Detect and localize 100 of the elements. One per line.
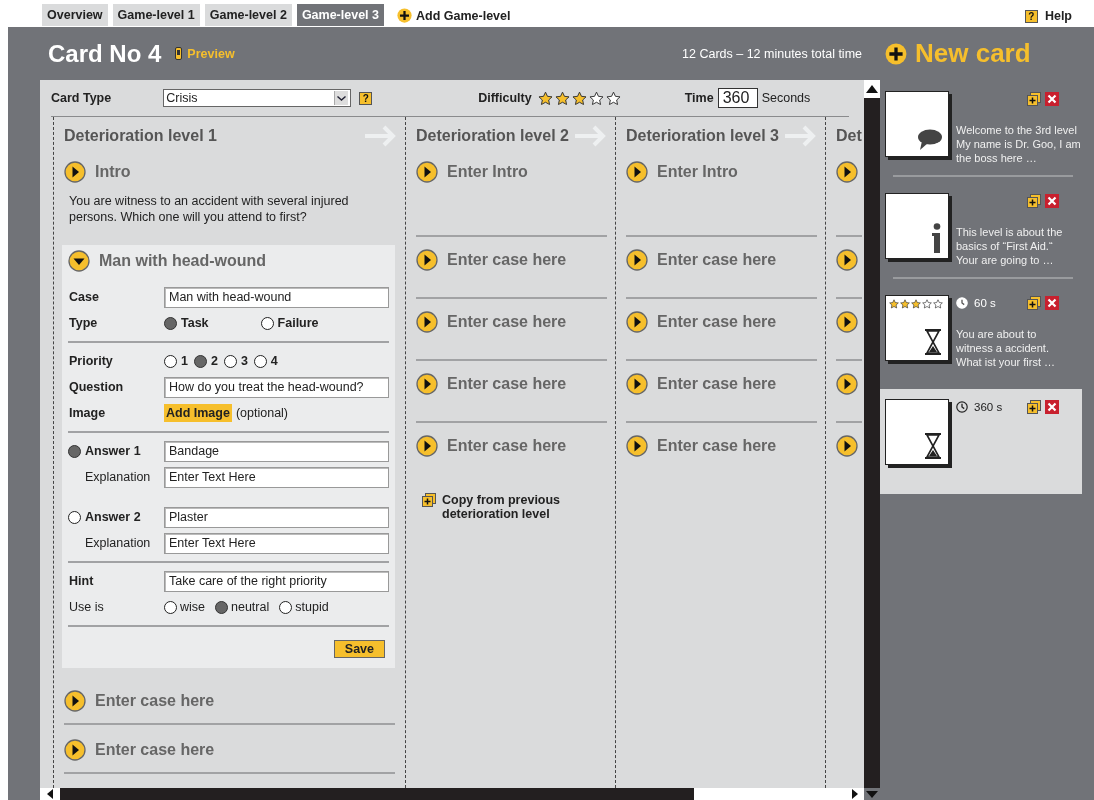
- tab[interactable]: Game-level 2: [204, 4, 292, 26]
- expand-icon[interactable]: [416, 249, 438, 271]
- field-label: Use is: [68, 600, 105, 614]
- case-label[interactable]: Enter case here: [447, 437, 567, 455]
- expand-icon[interactable]: [836, 161, 858, 183]
- column-title: Det: [836, 127, 862, 145]
- case-label[interactable]: Enter case here: [657, 375, 777, 393]
- answer-field[interactable]: Plaster: [164, 506, 389, 528]
- star-rating[interactable]: [537, 90, 621, 106]
- add-level-link[interactable]: Add Game-level: [416, 8, 511, 23]
- tab[interactable]: Overview: [42, 4, 108, 26]
- expand-icon[interactable]: [64, 161, 86, 183]
- case-label[interactable]: Enter case here: [657, 437, 777, 455]
- intro-label[interactable]: Intro: [95, 163, 131, 181]
- expand-icon[interactable]: [416, 311, 438, 333]
- add-card-icon[interactable]: [885, 42, 907, 65]
- copy-icon[interactable]: [1027, 296, 1041, 310]
- hourglass-icon: [924, 329, 942, 355]
- hourglass-icon: [924, 433, 942, 459]
- vertical-scrollbar[interactable]: [864, 80, 880, 788]
- radio-button[interactable]: [279, 600, 293, 614]
- delete-icon[interactable]: [1045, 92, 1059, 106]
- save-button[interactable]: Save: [333, 640, 385, 658]
- add-icon[interactable]: [397, 8, 412, 23]
- radio-button[interactable]: [68, 510, 81, 524]
- radio-button[interactable]: [215, 600, 228, 614]
- text-field[interactable]: Man with head-wound: [164, 286, 389, 308]
- radio-button[interactable]: [223, 354, 237, 368]
- help-icon[interactable]: ?: [1024, 9, 1038, 23]
- text-field[interactable]: How do you treat the head-wound?: [164, 376, 389, 398]
- expand-icon[interactable]: [836, 373, 858, 395]
- scroll-down-icon[interactable]: [866, 790, 878, 798]
- expand-icon[interactable]: [416, 161, 438, 183]
- new-card-button[interactable]: New card: [915, 38, 1031, 69]
- expand-icon[interactable]: [626, 161, 648, 183]
- case-label[interactable]: Enter case here: [95, 692, 215, 710]
- case-label[interactable]: Enter case here: [447, 251, 567, 269]
- tab[interactable]: Game-level 1: [112, 4, 200, 26]
- expand-icon[interactable]: [836, 435, 858, 457]
- intro-label[interactable]: Enter Intro: [657, 163, 738, 181]
- radio-button[interactable]: [164, 354, 177, 368]
- collapse-icon[interactable]: [68, 250, 90, 272]
- copy-icon[interactable]: [422, 493, 436, 507]
- expand-icon[interactable]: [416, 373, 438, 395]
- copy-link[interactable]: Copy from previous deterioration level: [442, 493, 572, 521]
- tab[interactable]: Game-level 3: [296, 4, 384, 26]
- delete-icon[interactable]: [1045, 194, 1059, 208]
- copy-icon[interactable]: [1027, 92, 1041, 106]
- copy-icon[interactable]: [1027, 400, 1041, 414]
- expand-icon[interactable]: [64, 739, 86, 761]
- column-title: Deterioration level 3: [626, 127, 779, 145]
- case-label[interactable]: Enter case here: [657, 313, 777, 331]
- explanation-field[interactable]: Enter Text Here: [164, 466, 389, 488]
- option-label: neutral: [231, 600, 270, 614]
- expand-icon[interactable]: [836, 249, 858, 271]
- scroll-up-icon[interactable]: [866, 85, 878, 93]
- card-type-select[interactable]: Crisis: [163, 89, 352, 107]
- card-item[interactable]: Welcome to the 3rd level My name is Dr. Goo, I am the boss here …: [880, 85, 1082, 175]
- copy-icon[interactable]: [1027, 194, 1041, 208]
- delete-icon[interactable]: [1045, 400, 1059, 414]
- help-icon[interactable]: ?: [359, 91, 373, 105]
- radio-button[interactable]: [68, 444, 81, 458]
- help-link[interactable]: Help: [1044, 9, 1072, 23]
- radio-button[interactable]: [193, 354, 207, 368]
- card-time: 360 s: [974, 401, 1003, 413]
- expand-icon[interactable]: [416, 435, 438, 457]
- answer-field[interactable]: Bandage: [164, 440, 389, 462]
- field-label: Explanation: [84, 470, 152, 484]
- explanation-field[interactable]: Enter Text Here: [164, 532, 389, 554]
- case-title[interactable]: Man with head-wound: [99, 252, 267, 270]
- answer-label: Answer 2: [85, 510, 141, 524]
- field-label: Card Type: [51, 91, 112, 105]
- option-label: 1: [180, 354, 188, 368]
- preview-link[interactable]: Preview: [187, 46, 235, 61]
- expand-icon[interactable]: [626, 311, 648, 333]
- case-label[interactable]: Enter case here: [657, 251, 777, 269]
- scroll-left-icon[interactable]: [47, 789, 53, 799]
- radio-button[interactable]: [260, 316, 274, 330]
- intro-label[interactable]: Enter Intro: [447, 163, 528, 181]
- expand-icon[interactable]: [626, 435, 648, 457]
- case-label[interactable]: Enter case here: [447, 313, 567, 331]
- delete-icon[interactable]: [1045, 296, 1059, 310]
- card-item[interactable]: This level is about the basics of “First Aid.“ Your are going to …: [880, 187, 1082, 277]
- radio-button[interactable]: [253, 354, 267, 368]
- radio-button[interactable]: [164, 316, 177, 330]
- text-field[interactable]: Take care of the right priority: [164, 570, 389, 592]
- card-item[interactable]: 360 s: [880, 389, 1082, 494]
- expand-icon[interactable]: [626, 373, 648, 395]
- add-image-button[interactable]: Add Image: [164, 404, 232, 422]
- case-label[interactable]: Enter case here: [447, 375, 567, 393]
- card-item[interactable]: 60 s You are about to witness a accident. What ist your first …: [880, 289, 1082, 379]
- expand-icon[interactable]: [64, 690, 86, 712]
- option-label: stupid: [295, 600, 329, 614]
- radio-button[interactable]: [164, 600, 177, 614]
- expand-icon[interactable]: [626, 249, 648, 271]
- case-label[interactable]: Enter case here: [95, 741, 215, 759]
- expand-icon[interactable]: [836, 311, 858, 333]
- card-text: This level is about the basics of “First Aid.“ Your are going to …: [956, 225, 1064, 267]
- time-field[interactable]: 360: [717, 88, 758, 108]
- scrollbar-thumb[interactable]: [60, 788, 694, 800]
